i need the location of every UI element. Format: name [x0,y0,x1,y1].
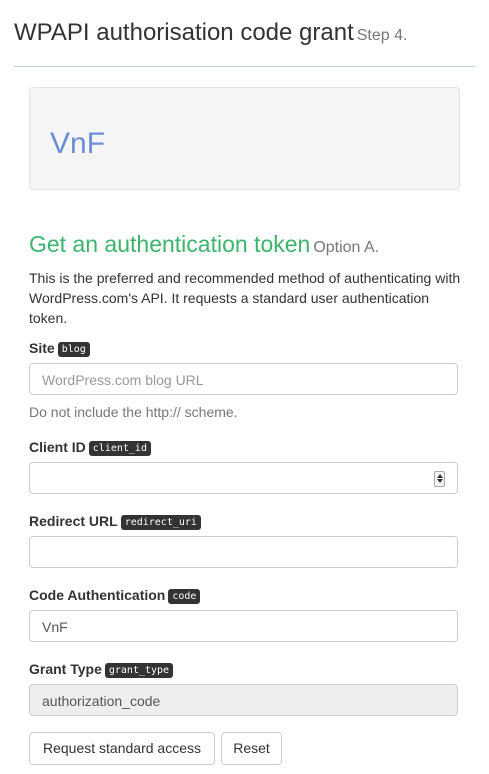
code-display: VnF [50,127,106,160]
grant-type-label: Grant Type grant_type [29,659,174,682]
code-auth-label-text: Code Authentication [29,587,166,603]
section-description: This is the preferred and recommended me… [29,270,461,326]
reset-button[interactable]: Reset [221,732,282,765]
grant-type-param-tag: grant_type [104,663,174,678]
site-param-tag: blog [57,342,90,357]
site-label-text: Site [29,340,55,356]
page-header: WPAPI authorisation code grant Step 4. [14,18,475,67]
section-title-text: Get an authentication token [29,231,311,257]
request-access-button[interactable]: Request standard access [29,732,215,765]
site-input[interactable]: WordPress.com blog URL [29,363,458,395]
redirect-url-label-text: Redirect URL [29,513,118,529]
grant-type-input[interactable]: authorization_code [29,684,458,716]
code-auth-value: VnF [42,619,68,635]
stepper-up-icon[interactable] [436,474,443,478]
redirect-url-param-tag: redirect_uri [120,515,201,530]
code-well: VnF [29,87,460,190]
grant-type-value: authorization_code [42,693,161,709]
client-id-label-text: Client ID [29,439,86,455]
page-title-text: WPAPI authorisation code grant [14,19,354,46]
code-auth-input[interactable]: VnF [29,610,458,642]
code-auth-label: Code Authentication code [29,585,201,608]
grant-type-label-text: Grant Type [29,661,102,677]
section-option: Option A. [313,239,380,256]
redirect-url-label: Redirect URL redirect_uri [29,511,201,534]
site-label: Site blog [29,338,90,361]
redirect-url-input[interactable] [29,536,458,568]
number-stepper[interactable] [434,471,445,487]
code-param-tag: code [168,589,201,604]
client-id-param-tag: client_id [88,441,151,456]
section-title: Get an authentication token Option A. [29,230,379,262]
site-help-text: Do not include the http:// scheme. [29,404,238,420]
stepper-down-icon[interactable] [436,479,443,483]
client-id-label: Client ID client_id [29,437,151,460]
client-id-input[interactable] [29,462,458,494]
page-title: WPAPI authorisation code grant Step 4. [14,18,407,51]
page-title-step: Step 4. [356,27,408,44]
site-input-placeholder: WordPress.com blog URL [42,372,204,388]
